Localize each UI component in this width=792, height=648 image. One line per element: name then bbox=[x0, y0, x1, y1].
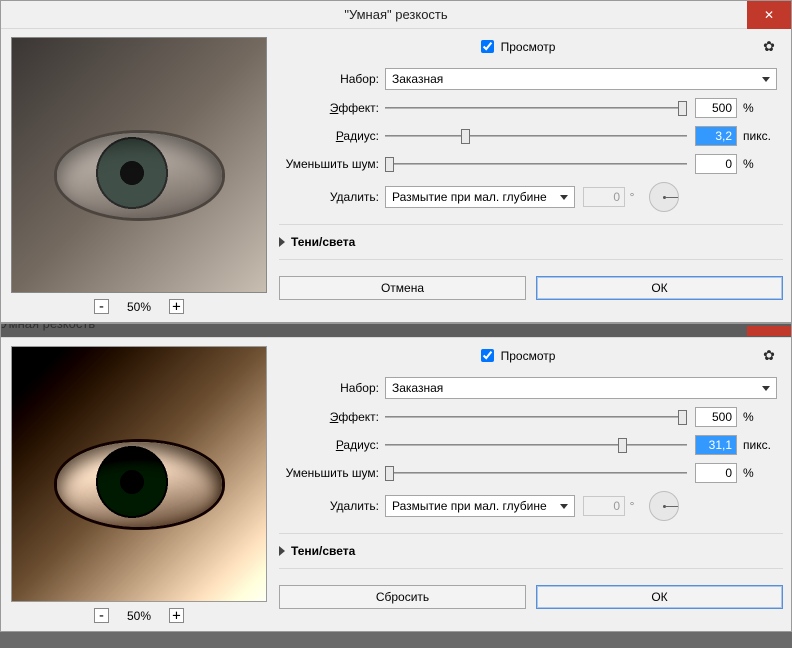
radius-label: Радиус: bbox=[279, 129, 385, 143]
noise-unit: % bbox=[737, 466, 777, 480]
reset-button[interactable]: Сбросить bbox=[279, 585, 526, 609]
remove-label: Удалить: bbox=[279, 190, 385, 204]
angle-unit: ° bbox=[625, 190, 639, 204]
ok-button[interactable]: ОК bbox=[536, 276, 783, 300]
amount-field[interactable]: 500 bbox=[695, 98, 737, 118]
separator bbox=[279, 224, 783, 225]
chevron-right-icon bbox=[279, 546, 285, 556]
angle-dial[interactable] bbox=[649, 182, 679, 212]
smart-sharpen-dialog-1: "Умная" резкость ✕ - 50% + Просмотр ✿ На… bbox=[0, 0, 792, 323]
zoom-in-button[interactable]: + bbox=[169, 608, 184, 623]
shadows-highlights-disclosure[interactable]: Тени/света bbox=[279, 542, 783, 560]
angle-field: 0 bbox=[583, 496, 625, 516]
preview-checkbox-label: Просмотр bbox=[501, 40, 556, 54]
preview-column: - 50% + bbox=[9, 37, 269, 314]
dialog-body: - 50% + Просмотр ✿ Набор: Заказная Эффек… bbox=[1, 338, 791, 631]
remove-label: Удалить: bbox=[279, 499, 385, 513]
separator bbox=[279, 568, 783, 569]
remove-select[interactable]: Размытие при мал. глубине bbox=[385, 495, 575, 517]
amount-unit: % bbox=[737, 410, 777, 424]
angle-dial[interactable] bbox=[649, 491, 679, 521]
controls-column: Просмотр ✿ Набор: Заказная Эффект: 500 %… bbox=[279, 37, 783, 314]
radius-field[interactable]: 3,2 bbox=[695, 126, 737, 146]
title-bar[interactable]: "Умная" резкость ✕ bbox=[1, 1, 791, 29]
dialog-body: - 50% + Просмотр ✿ Набор: Заказная Эффек… bbox=[1, 29, 791, 322]
remove-select[interactable]: Размытие при мал. глубине bbox=[385, 186, 575, 208]
preview-checkbox-label: Просмотр bbox=[501, 349, 556, 363]
zoom-controls: - 50% + bbox=[94, 608, 184, 623]
separator bbox=[279, 533, 783, 534]
smart-sharpen-dialog-2: Умная резкость - 50% + Просмотр ✿ Набор:… bbox=[0, 323, 792, 632]
angle-field: 0 bbox=[583, 187, 625, 207]
amount-slider[interactable] bbox=[385, 98, 687, 118]
noise-label: Уменьшить шум: bbox=[279, 466, 385, 480]
noise-field[interactable]: 0 bbox=[695, 463, 737, 483]
radius-unit: пикс. bbox=[737, 129, 777, 143]
preview-image[interactable] bbox=[11, 37, 267, 293]
preview-checkbox-input[interactable] bbox=[481, 40, 494, 53]
amount-slider[interactable] bbox=[385, 407, 687, 427]
preset-label: Набор: bbox=[279, 381, 385, 395]
controls-column: Просмотр ✿ Набор: Заказная Эффект: 500 %… bbox=[279, 346, 783, 623]
zoom-value: 50% bbox=[127, 609, 151, 623]
noise-unit: % bbox=[737, 157, 777, 171]
preset-select[interactable]: Заказная bbox=[385, 68, 777, 90]
angle-unit: ° bbox=[625, 499, 639, 513]
shadows-highlights-disclosure[interactable]: Тени/света bbox=[279, 233, 783, 251]
amount-label: Эффект: bbox=[279, 101, 385, 115]
noise-label: Уменьшить шум: bbox=[279, 157, 385, 171]
noise-slider[interactable] bbox=[385, 154, 687, 174]
zoom-out-button[interactable]: - bbox=[94, 608, 109, 623]
radius-field[interactable]: 31,1 bbox=[695, 435, 737, 455]
preview-image[interactable] bbox=[11, 346, 267, 602]
preview-column: - 50% + bbox=[9, 346, 269, 623]
amount-unit: % bbox=[737, 101, 777, 115]
amount-field[interactable]: 500 bbox=[695, 407, 737, 427]
title-bar[interactable]: Умная резкость bbox=[1, 324, 791, 338]
zoom-value: 50% bbox=[127, 300, 151, 314]
noise-field[interactable]: 0 bbox=[695, 154, 737, 174]
preset-select[interactable]: Заказная bbox=[385, 377, 777, 399]
radius-unit: пикс. bbox=[737, 438, 777, 452]
cancel-button[interactable]: Отмена bbox=[279, 276, 526, 300]
zoom-in-button[interactable]: + bbox=[169, 299, 184, 314]
close-button[interactable] bbox=[747, 326, 791, 336]
noise-slider[interactable] bbox=[385, 463, 687, 483]
radius-slider[interactable] bbox=[385, 435, 687, 455]
chevron-right-icon bbox=[279, 237, 285, 247]
preview-checkbox[interactable]: Просмотр bbox=[477, 346, 556, 365]
preview-checkbox-input[interactable] bbox=[481, 349, 494, 362]
dialog-title: "Умная" резкость bbox=[1, 7, 791, 22]
zoom-out-button[interactable]: - bbox=[94, 299, 109, 314]
settings-icon[interactable]: ✿ bbox=[761, 348, 777, 364]
separator bbox=[279, 259, 783, 260]
dialog-title: Умная резкость bbox=[1, 324, 95, 331]
radius-label: Радиус: bbox=[279, 438, 385, 452]
preset-label: Набор: bbox=[279, 72, 385, 86]
preview-checkbox[interactable]: Просмотр bbox=[477, 37, 556, 56]
settings-icon[interactable]: ✿ bbox=[761, 39, 777, 55]
ok-button[interactable]: ОК bbox=[536, 585, 783, 609]
amount-label: Эффект: bbox=[279, 410, 385, 424]
zoom-controls: - 50% + bbox=[94, 299, 184, 314]
radius-slider[interactable] bbox=[385, 126, 687, 146]
